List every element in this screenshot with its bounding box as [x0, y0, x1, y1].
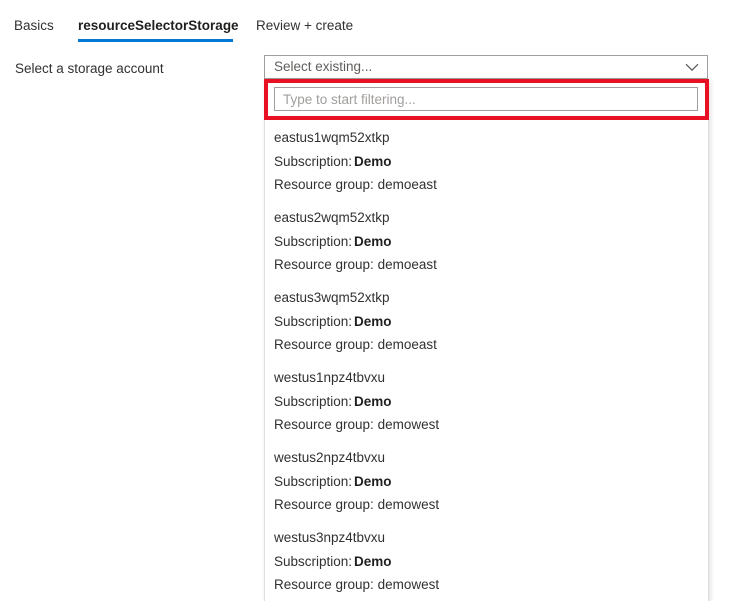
option-account-name: eastus2wqm52xtkp	[274, 210, 390, 225]
storage-account-combobox[interactable]: Select existing...	[264, 55, 708, 79]
option-resource-group: Resource group: demoeast	[274, 176, 437, 193]
resource-group-value: demoeast	[377, 177, 437, 192]
option-resource-group: Resource group: demoeast	[274, 336, 437, 353]
tab-basics[interactable]: Basics	[14, 17, 54, 34]
subscription-value: Demo	[354, 474, 392, 489]
subscription-value: Demo	[354, 154, 392, 169]
chevron-down-icon[interactable]	[677, 56, 707, 78]
option-subscription: Subscription: Demo	[274, 473, 392, 490]
option-subscription: Subscription: Demo	[274, 553, 392, 570]
dropdown-filter-area	[265, 79, 708, 120]
resource-group-value: demoeast	[377, 337, 437, 352]
subscription-value: Demo	[354, 234, 392, 249]
selected-tab-underline	[78, 39, 233, 42]
option-resource-group: Resource group: demowest	[274, 496, 439, 513]
storage-account-option-list: eastus1wqm52xtkp Subscription: Demo Resou…	[265, 120, 708, 600]
option-subscription: Subscription: Demo	[274, 153, 392, 170]
option-resource-group: Resource group: demoeast	[274, 256, 437, 273]
resource-group-value: demowest	[377, 417, 440, 432]
storage-account-field-label: Select a storage account	[15, 61, 164, 76]
subscription-label: Subscription:	[274, 314, 353, 329]
list-item[interactable]: eastus3wqm52xtkp Subscription: Demo Resou…	[265, 280, 708, 360]
option-account-name: westus2npz4tbvxu	[274, 450, 386, 465]
dropdown-filter-input[interactable]	[274, 87, 698, 111]
list-item[interactable]: westus3npz4tbvxu Subscription: Demo Resou…	[265, 520, 708, 600]
combobox-selected-value: Select existing...	[274, 59, 373, 74]
resource-group-label: Resource group:	[274, 417, 374, 432]
resource-group-value: demoeast	[377, 257, 437, 272]
resource-group-value: demowest	[377, 497, 440, 512]
option-account-name: eastus3wqm52xtkp	[274, 290, 390, 305]
tab-review-create[interactable]: Review + create	[256, 17, 353, 34]
subscription-label: Subscription:	[274, 154, 353, 169]
subscription-label: Subscription:	[274, 474, 353, 489]
storage-account-dropdown-panel: eastus1wqm52xtkp Subscription:Demo Resou…	[264, 79, 709, 601]
subscription-value: Demo	[354, 314, 392, 329]
option-account-name: westus3npz4tbvxu	[274, 530, 386, 545]
option-subscription: Subscription: Demo	[274, 313, 392, 330]
option-subscription: Subscription: Demo	[274, 393, 392, 410]
list-item[interactable]: eastus1wqm52xtkp Subscription: Demo Resou…	[265, 120, 708, 200]
tab-resourceselectorstorage[interactable]: resourceSelectorStorage	[78, 17, 239, 34]
option-account-name: eastus1wqm52xtkp	[274, 130, 390, 145]
option-subscription: Subscription: Demo	[274, 233, 392, 250]
option-account-name: westus1npz4tbvxu	[274, 370, 386, 385]
resource-group-label: Resource group:	[274, 577, 374, 592]
subscription-label: Subscription:	[274, 554, 353, 569]
resource-group-label: Resource group:	[274, 257, 374, 272]
list-item[interactable]: westus2npz4tbvxu Subscription: Demo Resou…	[265, 440, 708, 520]
subscription-label: Subscription:	[274, 394, 353, 409]
option-resource-group: Resource group: demowest	[274, 576, 439, 593]
subscription-value: Demo	[354, 394, 392, 409]
option-resource-group: Resource group: demowest	[274, 416, 439, 433]
subscription-value: Demo	[354, 554, 392, 569]
list-item[interactable]: eastus2wqm52xtkp Subscription: Demo Resou…	[265, 200, 708, 280]
wizard-tab-strip: Basics resourceSelectorStorage Review + …	[0, 0, 735, 45]
resource-group-label: Resource group:	[274, 337, 374, 352]
subscription-label: Subscription:	[274, 234, 353, 249]
list-item[interactable]: westus1npz4tbvxu Subscription: Demo Resou…	[265, 360, 708, 440]
resource-group-label: Resource group:	[274, 177, 374, 192]
resource-group-label: Resource group:	[274, 497, 374, 512]
resource-group-value: demowest	[377, 577, 440, 592]
